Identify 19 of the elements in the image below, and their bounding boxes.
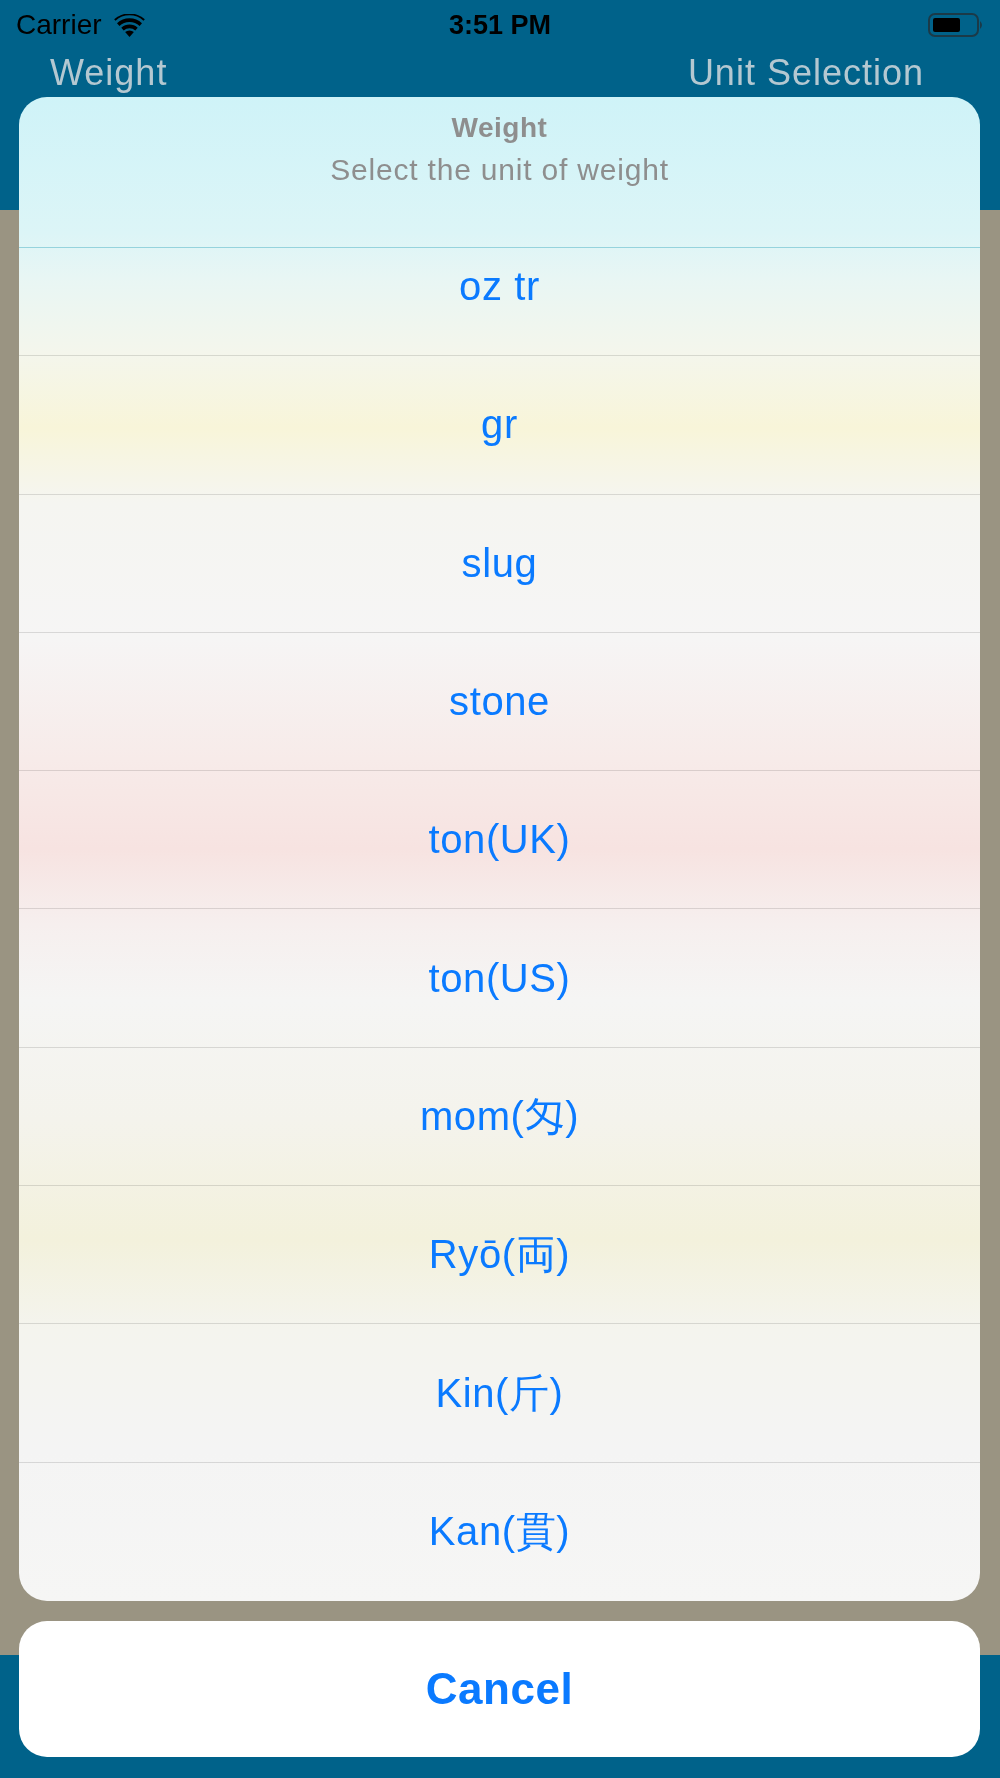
- unit-option[interactable]: gr: [19, 355, 980, 494]
- unit-option[interactable]: ton(UK): [19, 770, 980, 909]
- sheet-title: Weight: [451, 112, 548, 144]
- wifi-icon: [113, 13, 145, 37]
- unit-option[interactable]: stone: [19, 631, 980, 771]
- nav-right-title: Unit Selection: [687, 55, 924, 91]
- unit-option[interactable]: mom(匁): [19, 1046, 980, 1186]
- battery-icon: [928, 13, 984, 37]
- unit-option[interactable]: slug: [19, 493, 980, 632]
- sheet-message: Select the unit of weight: [330, 153, 669, 187]
- cancel-button[interactable]: Cancel: [19, 1621, 980, 1757]
- unit-option[interactable]: oz tr: [19, 248, 980, 356]
- status-time: 3:51 PM: [448, 9, 551, 41]
- unit-option[interactable]: Ryō(両): [19, 1185, 980, 1324]
- unit-option[interactable]: ton(US): [19, 908, 980, 1047]
- unit-option[interactable]: Kan(貫): [19, 1461, 980, 1600]
- unit-option[interactable]: Kin(斤): [19, 1323, 980, 1462]
- nav-left-title: Weight: [50, 55, 168, 91]
- carrier-label: Carrier: [16, 9, 102, 41]
